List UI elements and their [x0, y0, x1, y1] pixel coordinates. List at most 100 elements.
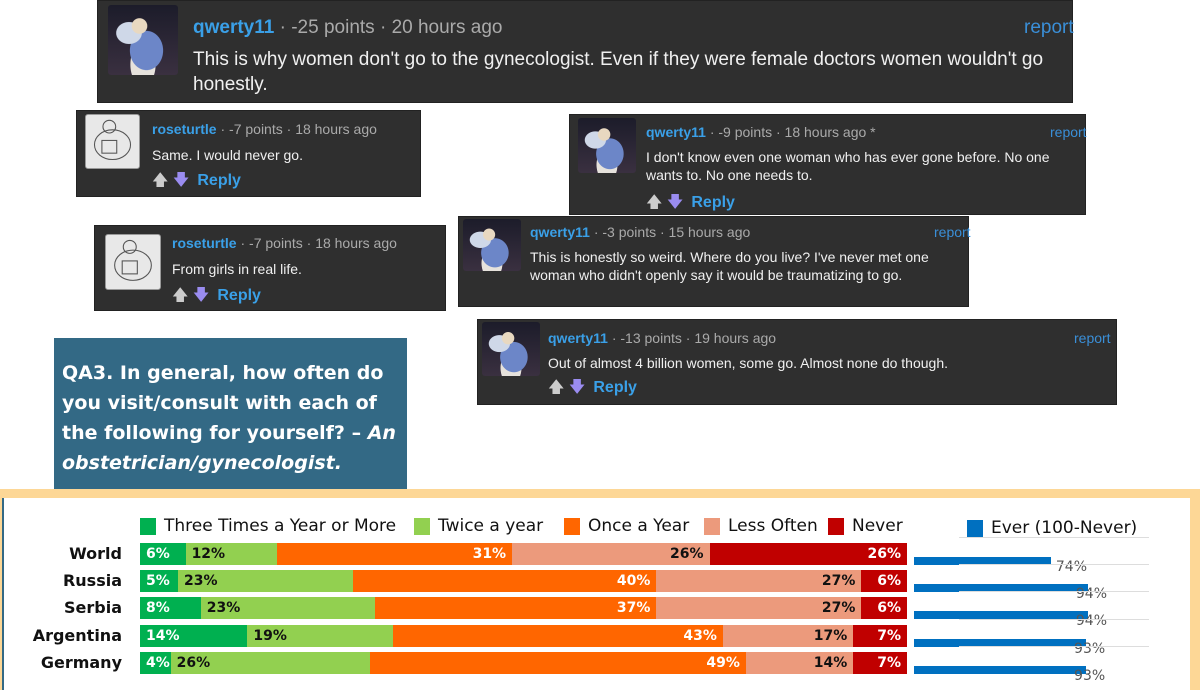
bar-segment: 6% [140, 543, 186, 565]
reply-button[interactable]: Reply [217, 287, 261, 304]
reply-button[interactable]: Reply [593, 379, 637, 396]
gridline [959, 537, 1149, 538]
timestamp: 19 hours ago [694, 330, 777, 346]
ever-value-label: 93% [1074, 641, 1106, 657]
username-link[interactable]: qwerty11 [548, 330, 608, 346]
bar-segment: 49% [370, 652, 746, 674]
category-label: Serbia [64, 598, 122, 617]
upvote-icon[interactable]: 🡅 [172, 287, 188, 304]
report-link[interactable]: report [934, 224, 971, 240]
comment-text: Out of almost 4 billion women, some go. … [548, 355, 949, 371]
legend-swatch [828, 517, 844, 535]
bar-segment: 23% [200, 597, 376, 619]
comment: qwerty11 · -25 points · 20 hours ago rep… [97, 0, 1074, 103]
bar-segment: 27% [656, 597, 862, 619]
legend-swatch [967, 519, 983, 537]
comment-text: This is honestly so weird. Where do you … [530, 249, 929, 284]
bar-segment: 12% [185, 543, 277, 565]
chart-panel: Three Times a Year or More Twice a year On… [0, 489, 1200, 690]
ever-value-label: 74% [1055, 559, 1088, 575]
legend-swatch [414, 517, 430, 535]
timestamp: 18 hours ago * [784, 124, 876, 140]
bar-segment: 37% [375, 597, 657, 619]
reply-button[interactable]: Reply [691, 194, 735, 211]
bar-segment: 4% [140, 652, 171, 674]
points: -3 points [602, 224, 657, 240]
legend-item: Once a Year [564, 516, 689, 536]
report-link[interactable]: report [1024, 17, 1074, 39]
legend-item: Ever (100-Never) [967, 518, 1137, 538]
comment-text: Same. I would never go. [152, 147, 303, 163]
comment-text: From girls in real life. [172, 261, 302, 277]
points: -25 points [291, 17, 375, 38]
legend-swatch [140, 517, 156, 535]
downvote-icon[interactable]: 🡇 [569, 379, 585, 396]
bar-segment: 8% [140, 597, 201, 619]
gridline [959, 564, 1149, 565]
avatar[interactable] [482, 322, 540, 376]
timestamp: 18 hours ago [295, 121, 377, 137]
reply-button[interactable]: Reply [197, 172, 241, 189]
bar-segment: 6% [861, 597, 907, 619]
avatar[interactable] [108, 5, 178, 75]
bar-segment: 14% [140, 625, 248, 647]
ever-value-label: 94% [1075, 613, 1108, 629]
bar-segment: 26% [512, 543, 710, 565]
avatar[interactable] [578, 118, 636, 173]
comment: roseturtle · -7 points · 18 hours ago Sa… [76, 110, 421, 197]
ever-bar [914, 611, 1088, 619]
points: -7 points [249, 235, 303, 251]
avatar[interactable] [85, 114, 140, 169]
bar-segment: 40% [352, 570, 657, 592]
bar-segment: 17% [722, 625, 854, 647]
username-link[interactable]: qwerty11 [646, 124, 706, 140]
username-link[interactable]: qwerty11 [193, 17, 274, 38]
username-link[interactable]: roseturtle [172, 235, 237, 251]
username-link[interactable]: roseturtle [152, 121, 217, 137]
category-label: Germany [40, 653, 122, 672]
points: -9 points [718, 124, 773, 140]
ever-value-label: 93% [1074, 668, 1106, 684]
comment: qwerty11 · -13 points · 19 hours ago rep… [477, 319, 1117, 405]
username-link[interactable]: qwerty11 [530, 224, 590, 240]
chart: Three Times a Year or More Twice a year On… [2, 498, 1190, 690]
category-label: Argentina [32, 626, 122, 645]
points: -13 points [620, 330, 682, 346]
legend-item: Never [828, 516, 903, 536]
downvote-icon[interactable]: 🡇 [667, 194, 683, 211]
upvote-icon[interactable]: 🡅 [646, 194, 662, 211]
comment-text: This is why women don't go to the gyneco… [193, 49, 1044, 95]
points: -7 points [229, 121, 283, 137]
category-label: Russia [62, 571, 122, 590]
legend-swatch [704, 517, 720, 535]
avatar[interactable] [463, 219, 521, 271]
downvote-icon[interactable]: 🡇 [173, 172, 189, 189]
report-link[interactable]: report [1074, 330, 1111, 346]
legend-item: Less Often [704, 516, 818, 536]
comment: qwerty11 · -9 points · 18 hours ago * re… [569, 114, 1087, 215]
bar-segment: 7% [853, 652, 907, 674]
bar-segment: 6% [861, 570, 907, 592]
survey-question: QA3. In general, how often do you visit/… [54, 338, 407, 489]
comment: roseturtle · -7 points · 18 hours ago Fr… [94, 225, 446, 311]
ever-bar [914, 666, 1087, 674]
downvote-icon[interactable]: 🡇 [193, 287, 209, 304]
bar-segment: 27% [656, 570, 862, 592]
report-link[interactable]: report [1050, 124, 1087, 140]
gridline [959, 619, 1149, 620]
upvote-icon[interactable]: 🡅 [548, 379, 564, 396]
legend-item: Twice a year [414, 516, 543, 536]
avatar[interactable] [105, 234, 161, 290]
ever-value-label: 94% [1075, 586, 1108, 602]
timestamp: 18 hours ago [315, 235, 397, 251]
timestamp: 20 hours ago [391, 17, 503, 38]
bar-segment: 14% [745, 652, 854, 674]
gridline [959, 646, 1149, 647]
timestamp: 15 hours ago [668, 224, 751, 240]
category-label: World [69, 544, 122, 563]
upvote-icon[interactable]: 🡅 [152, 172, 168, 189]
bar-segment: 19% [247, 625, 394, 647]
comment: qwerty11 · -3 points · 15 hours ago repo… [458, 216, 971, 307]
bar-segment: 7% [853, 625, 907, 647]
bar-segment: 5% [140, 570, 178, 592]
